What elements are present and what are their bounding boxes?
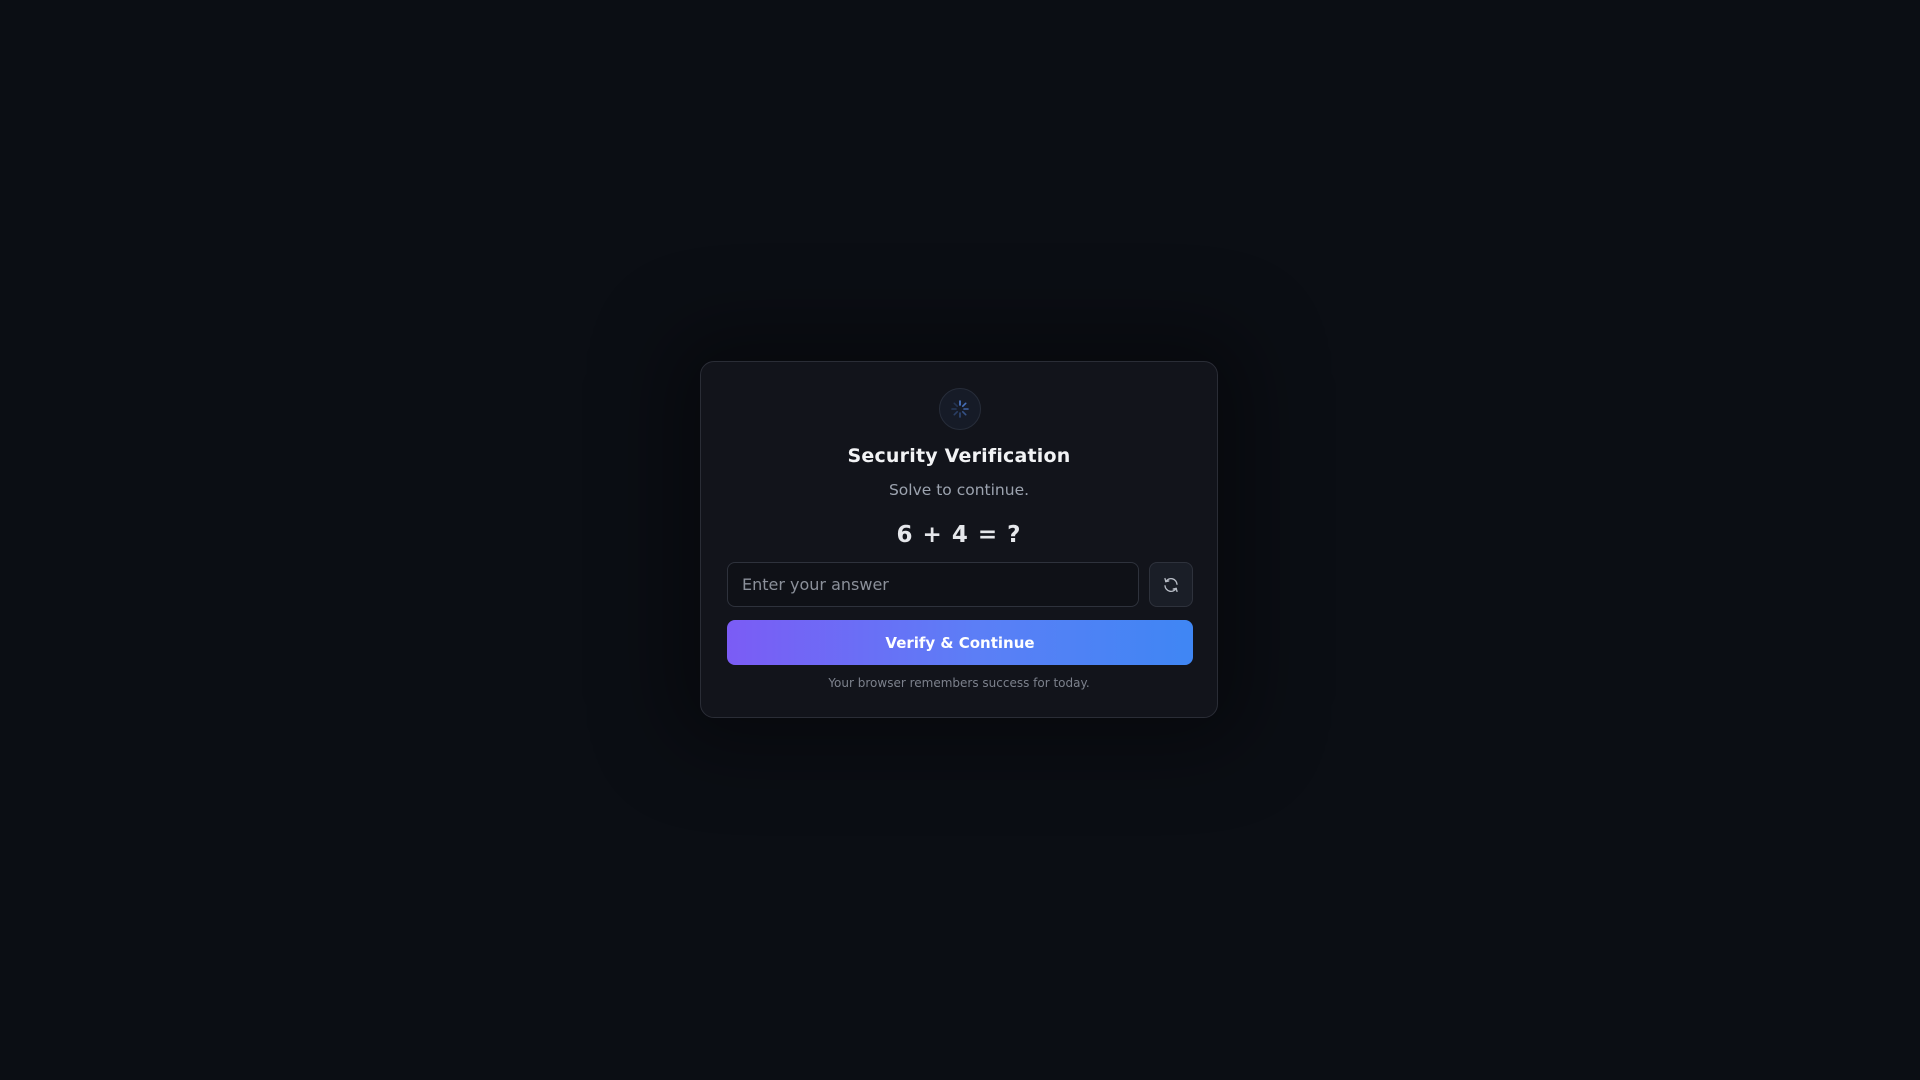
captcha-equation: 6 + 4 = ? bbox=[896, 522, 1022, 548]
spinner-icon bbox=[951, 400, 969, 418]
page: Security Verification Solve to continue.… bbox=[0, 0, 1920, 1080]
status-badge bbox=[939, 388, 981, 430]
footnote: Your browser remembers success for today… bbox=[828, 676, 1090, 690]
refresh-button[interactable] bbox=[1149, 562, 1193, 607]
subtitle: Solve to continue. bbox=[888, 481, 1030, 499]
refresh-icon bbox=[1164, 577, 1178, 592]
verify-continue-button[interactable]: Verify & Continue bbox=[727, 620, 1193, 665]
verification-card: Security Verification Solve to continue.… bbox=[700, 361, 1218, 718]
answer-input[interactable] bbox=[727, 562, 1139, 607]
page-title: Security Verification bbox=[847, 445, 1071, 467]
